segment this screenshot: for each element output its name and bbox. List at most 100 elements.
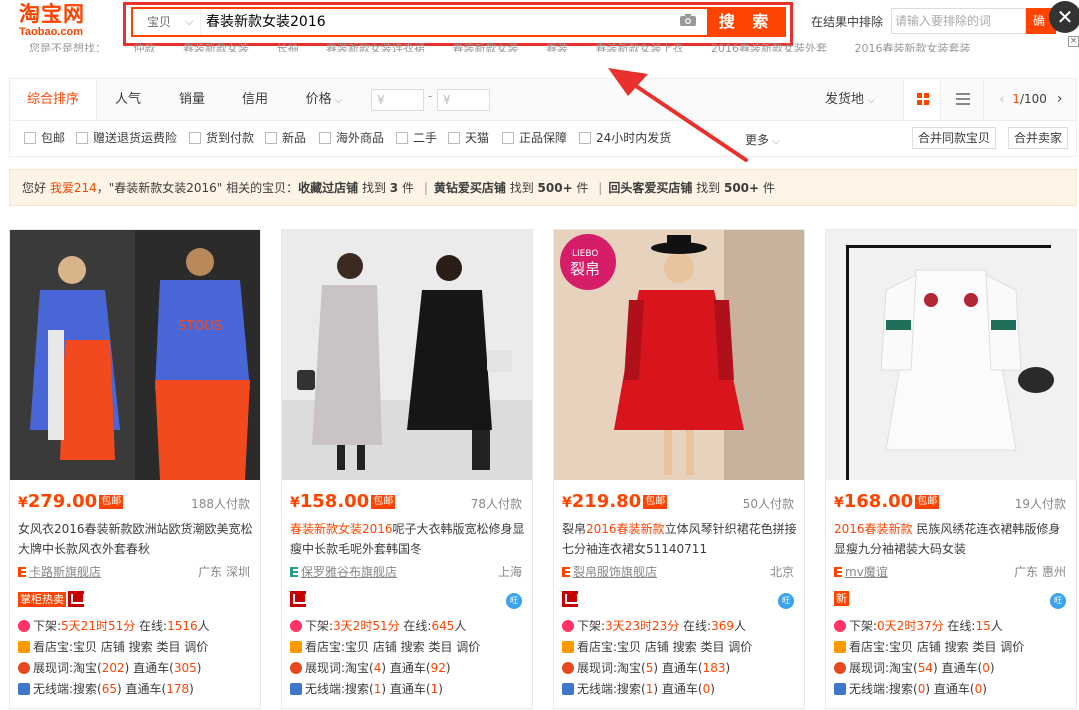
shelf-line: 下架:3天23时23分 在线:369人 — [562, 618, 746, 634]
suggestion-item[interactable]: 春装新款女装 — [453, 42, 519, 52]
product-title[interactable]: 2016春装新款 民族风绣花连衣裙韩版修身显瘦九分袖裙装大码女装 — [834, 519, 1070, 559]
shop-link[interactable]: 裂帛服饰旗舰店 — [562, 563, 657, 580]
next-page-icon[interactable]: › — [1057, 91, 1063, 107]
filter-return-insurance[interactable]: 赠送退货运费险 — [76, 131, 177, 145]
tmall-icon[interactable] — [562, 591, 579, 607]
store-tools-line[interactable]: 看店宝:宝贝 店铺 搜索 类目 调价 — [18, 639, 208, 655]
suggestion-item[interactable]: 春装新款女装上衣 — [596, 42, 684, 52]
clock-icon — [834, 620, 846, 632]
merge-same-button[interactable]: 合并同款宝贝 — [912, 127, 997, 149]
suggestion-item[interactable]: 仲款 — [134, 42, 156, 52]
product-image[interactable] — [282, 230, 532, 480]
suggestion-item[interactable]: 春装 — [546, 42, 568, 52]
phone-icon — [834, 683, 846, 695]
product-title[interactable]: 裂帛2016春装新款立体风琴针织裙花色拼接七分袖连衣裙女51140711 — [562, 519, 798, 559]
product-title[interactable]: 春装新款女装2016呢子大衣韩版宽松修身显瘦中长款毛呢外套韩国冬 — [290, 519, 526, 559]
suggestion-item[interactable]: 长袖 — [277, 42, 299, 52]
filter-24h[interactable]: 24小时内发货 — [579, 131, 671, 145]
checkbox[interactable] — [189, 132, 201, 144]
filter-genuine[interactable]: 正品保障 — [502, 131, 567, 145]
filter-label: 二手 — [413, 131, 438, 145]
product-image[interactable]: STOUS — [10, 230, 260, 480]
filter-second-hand[interactable]: 二手 — [396, 131, 437, 145]
store-tools-line[interactable]: 看店宝:宝贝 店铺 搜索 类目 调价 — [290, 639, 480, 655]
store-tools[interactable]: 看店宝:宝贝 店铺 搜索 类目 调价 — [577, 640, 752, 654]
checkbox[interactable] — [579, 132, 591, 144]
checkbox[interactable] — [24, 132, 36, 144]
mob-mid: ) 直通车( — [653, 682, 703, 696]
suggestion-item[interactable]: 2016春装新款女装外套 — [711, 42, 827, 52]
show-n: 54 — [917, 661, 934, 675]
product-title[interactable]: 女风衣2016春装新款欧洲站欧货潮欧美宽松大牌中长款风衣外套春秋 — [18, 519, 254, 559]
grid-view-icon[interactable] — [903, 79, 941, 120]
sort-tab-credit[interactable]: 信用 — [229, 79, 281, 120]
product-image[interactable] — [826, 230, 1076, 480]
filter-overseas[interactable]: 海外商品 — [319, 131, 384, 145]
wangwang-icon[interactable]: 旺 — [506, 593, 522, 609]
online-suf: 人 — [454, 619, 467, 633]
filter-new[interactable]: 新品 — [265, 131, 306, 145]
exclude-input[interactable]: 请输入要排除的词 — [891, 8, 1026, 34]
shop-link[interactable]: 保罗雅谷布旗舰店 — [290, 563, 397, 580]
product-price: ¥279.00 包邮 — [18, 491, 124, 512]
shop-link[interactable]: 卡路斯旗舰店 — [18, 563, 101, 580]
tmall-icon[interactable] — [68, 591, 85, 607]
notice-s2-label[interactable]: 黄钻爱买店铺 — [434, 181, 506, 195]
suggestion-item[interactable]: 春装新款女装 — [183, 42, 249, 52]
store-tools[interactable]: 看店宝:宝贝 店铺 搜索 类目 调价 — [305, 640, 480, 654]
product-card[interactable]: STOUS ¥279.00 包邮 188人付款 女风衣2016春装新款欧洲站欧货潮… — [9, 229, 261, 709]
ship-from-dropdown[interactable]: 发货地 ⌵ — [825, 79, 875, 121]
sort-tab-price[interactable]: 价格 ⌵ — [298, 79, 350, 120]
shop-link[interactable]: mv魔谊 — [834, 563, 888, 580]
store-tools[interactable]: 看店宝:宝贝 店铺 搜索 类目 调价 — [849, 640, 1024, 654]
sort-tab-sales[interactable]: 销量 — [166, 79, 218, 120]
store-tools-line[interactable]: 看店宝:宝贝 店铺 搜索 类目 调价 — [834, 639, 1024, 655]
camera-icon[interactable] — [679, 13, 697, 27]
store-tools-line[interactable]: 看店宝:宝贝 店铺 搜索 类目 调价 — [562, 639, 752, 655]
close-icon[interactable]: ✕ — [1049, 1, 1079, 33]
notice-s3-label[interactable]: 回头客爱买店铺 — [608, 181, 692, 195]
prev-page-icon[interactable]: ‹ — [999, 92, 1004, 106]
tmall-icon[interactable] — [290, 591, 307, 607]
suggestion-item[interactable]: 春装新款女装连衣裙 — [326, 42, 425, 52]
online-pre: 在线: — [679, 619, 712, 633]
show-mid: ) 直通车( — [124, 661, 174, 675]
search-input[interactable]: 春装新款女装2016 — [206, 9, 706, 35]
wangwang-icon[interactable]: 旺 — [1050, 593, 1066, 609]
show-pre: 展现词:淘宝( — [305, 661, 374, 675]
checkbox[interactable] — [448, 132, 460, 144]
notice-user[interactable]: 我爱214 — [50, 181, 97, 195]
product-card[interactable]: ¥158.00 包邮 78人付款 春装新款女装2016呢子大衣韩版宽松修身显瘦中长… — [281, 229, 533, 709]
price-max-input[interactable]: ¥ — [437, 89, 490, 111]
notice-s1-label[interactable]: 收藏过店铺 — [298, 181, 358, 195]
suggestion-item[interactable]: 2016春装新款女装套装 — [855, 42, 971, 52]
filter-tmall[interactable]: 天猫 — [448, 131, 489, 145]
price-min-input[interactable]: ¥ — [371, 89, 424, 111]
checkbox[interactable] — [396, 132, 408, 144]
taobao-logo[interactable]: 淘宝网 Taobao.com — [19, 2, 101, 40]
checkbox[interactable] — [502, 132, 514, 144]
mob-suf: ) — [189, 682, 194, 696]
dismiss-icon[interactable]: × — [1068, 36, 1079, 47]
sort-tab-popularity[interactable]: 人气 — [102, 79, 154, 120]
merge-seller-button[interactable]: 合并卖家 — [1008, 127, 1069, 149]
checkbox[interactable] — [319, 132, 331, 144]
checkbox[interactable] — [265, 132, 277, 144]
checkbox[interactable] — [76, 132, 88, 144]
product-card[interactable]: ¥168.00 包邮 19人付款 2016春装新款 民族风绣花连衣裙韩版修身显瘦九… — [825, 229, 1077, 709]
online-pre: 在线: — [943, 619, 976, 633]
product-image[interactable]: LIEBO 裂帛 — [554, 230, 804, 480]
filter-cod[interactable]: 货到付款 — [189, 131, 254, 145]
product-card[interactable]: LIEBO 裂帛 ¥219.80 包邮 50人付款 裂帛2016春装新款立体风琴针… — [553, 229, 805, 709]
list-view-icon[interactable] — [942, 79, 984, 120]
notice-s3-count: 500+ — [723, 181, 760, 195]
show-mid: ) 直通车( — [933, 661, 983, 675]
sort-tab-default[interactable]: 综合排序 — [9, 79, 97, 120]
wangwang-icon[interactable]: 旺 — [778, 593, 794, 609]
search-category-select[interactable]: 宝贝 ⌵ — [133, 9, 201, 35]
mobile-line: 无线端:搜索(1) 直通车(1) — [290, 681, 443, 697]
filter-free-shipping[interactable]: 包邮 — [24, 131, 65, 145]
store-tools[interactable]: 看店宝:宝贝 店铺 搜索 类目 调价 — [33, 640, 208, 654]
more-filters-button[interactable]: 更多 ⌵ — [745, 131, 780, 148]
search-button[interactable]: 搜 索 — [707, 7, 786, 37]
